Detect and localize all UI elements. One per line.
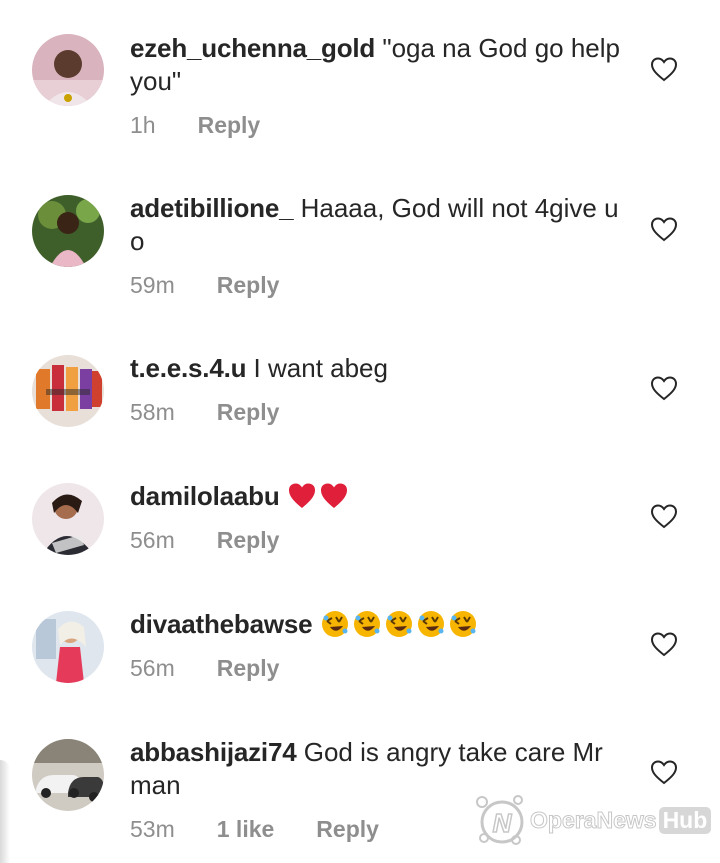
timestamp: 59m bbox=[130, 272, 175, 298]
comment-meta: 56m Reply bbox=[130, 527, 279, 554]
watermark-brand-text: OperaNews bbox=[530, 806, 658, 833]
avatar[interactable] bbox=[32, 34, 104, 106]
like-heart-icon[interactable] bbox=[650, 631, 678, 657]
timestamp: 53m bbox=[130, 816, 175, 842]
avatar[interactable] bbox=[32, 611, 104, 683]
timestamp: 1h bbox=[130, 112, 156, 138]
comment-body: damilolaabu bbox=[130, 480, 630, 513]
reply-button[interactable]: Reply bbox=[316, 816, 379, 843]
rolling-laughing-emoji bbox=[320, 609, 350, 639]
reply-button[interactable]: Reply bbox=[217, 272, 280, 299]
watermark-hub-text: Hub bbox=[658, 806, 712, 834]
username[interactable]: damilolaabu bbox=[130, 481, 280, 511]
red-heart-emoji bbox=[287, 481, 317, 511]
comment-body: divaathebawse bbox=[130, 608, 630, 641]
comment-meta: 53m 1 like Reply bbox=[130, 816, 379, 843]
avatar[interactable] bbox=[32, 195, 104, 267]
rolling-laughing-emoji bbox=[352, 609, 382, 639]
username[interactable]: t.e.e.s.4.u bbox=[130, 353, 247, 383]
like-heart-icon[interactable] bbox=[650, 503, 678, 529]
comment-meta: 1h Reply bbox=[130, 112, 260, 139]
like-heart-icon[interactable] bbox=[650, 375, 678, 401]
operanews-watermark: N OperaNews Hub bbox=[472, 790, 712, 850]
reply-button[interactable]: Reply bbox=[198, 112, 261, 139]
avatar[interactable] bbox=[32, 355, 104, 427]
comment-text: I want abeg bbox=[253, 353, 388, 383]
comment-meta: 58m Reply bbox=[130, 399, 279, 426]
reply-button[interactable]: Reply bbox=[217, 527, 280, 554]
edge-shadow bbox=[0, 760, 10, 863]
comment-body: ezeh_uchenna_gold "oga na God go help yo… bbox=[130, 32, 630, 98]
rolling-laughing-emoji bbox=[384, 609, 414, 639]
username[interactable]: abbashijazi74 bbox=[130, 737, 297, 767]
rolling-laughing-emoji bbox=[416, 609, 446, 639]
emoji-group bbox=[287, 481, 351, 511]
operanews-logo-icon: N bbox=[476, 795, 524, 845]
like-heart-icon[interactable] bbox=[650, 216, 678, 242]
timestamp: 56m bbox=[130, 527, 175, 553]
avatar[interactable] bbox=[32, 483, 104, 555]
like-heart-icon[interactable] bbox=[650, 56, 678, 82]
red-heart-emoji bbox=[319, 481, 349, 511]
comment-body: adetibillione_ Haaaa, God will not 4give… bbox=[130, 192, 630, 258]
svg-text:N: N bbox=[493, 808, 513, 838]
avatar[interactable] bbox=[32, 739, 104, 811]
emoji-group bbox=[320, 609, 480, 639]
username[interactable]: divaathebawse bbox=[130, 609, 313, 639]
likes-count[interactable]: 1 like bbox=[217, 816, 275, 843]
like-heart-icon[interactable] bbox=[650, 759, 678, 785]
comment-body: t.e.e.s.4.u I want abeg bbox=[130, 352, 630, 385]
reply-button[interactable]: Reply bbox=[217, 655, 280, 682]
timestamp: 56m bbox=[130, 655, 175, 681]
comment-meta: 56m Reply bbox=[130, 655, 279, 682]
rolling-laughing-emoji bbox=[448, 609, 478, 639]
reply-button[interactable]: Reply bbox=[217, 399, 280, 426]
username[interactable]: ezeh_uchenna_gold bbox=[130, 33, 375, 63]
watermark-brand: OperaNews Hub bbox=[530, 806, 712, 834]
timestamp: 58m bbox=[130, 399, 175, 425]
username[interactable]: adetibillione_ bbox=[130, 193, 294, 223]
comment-meta: 59m Reply bbox=[130, 272, 279, 299]
